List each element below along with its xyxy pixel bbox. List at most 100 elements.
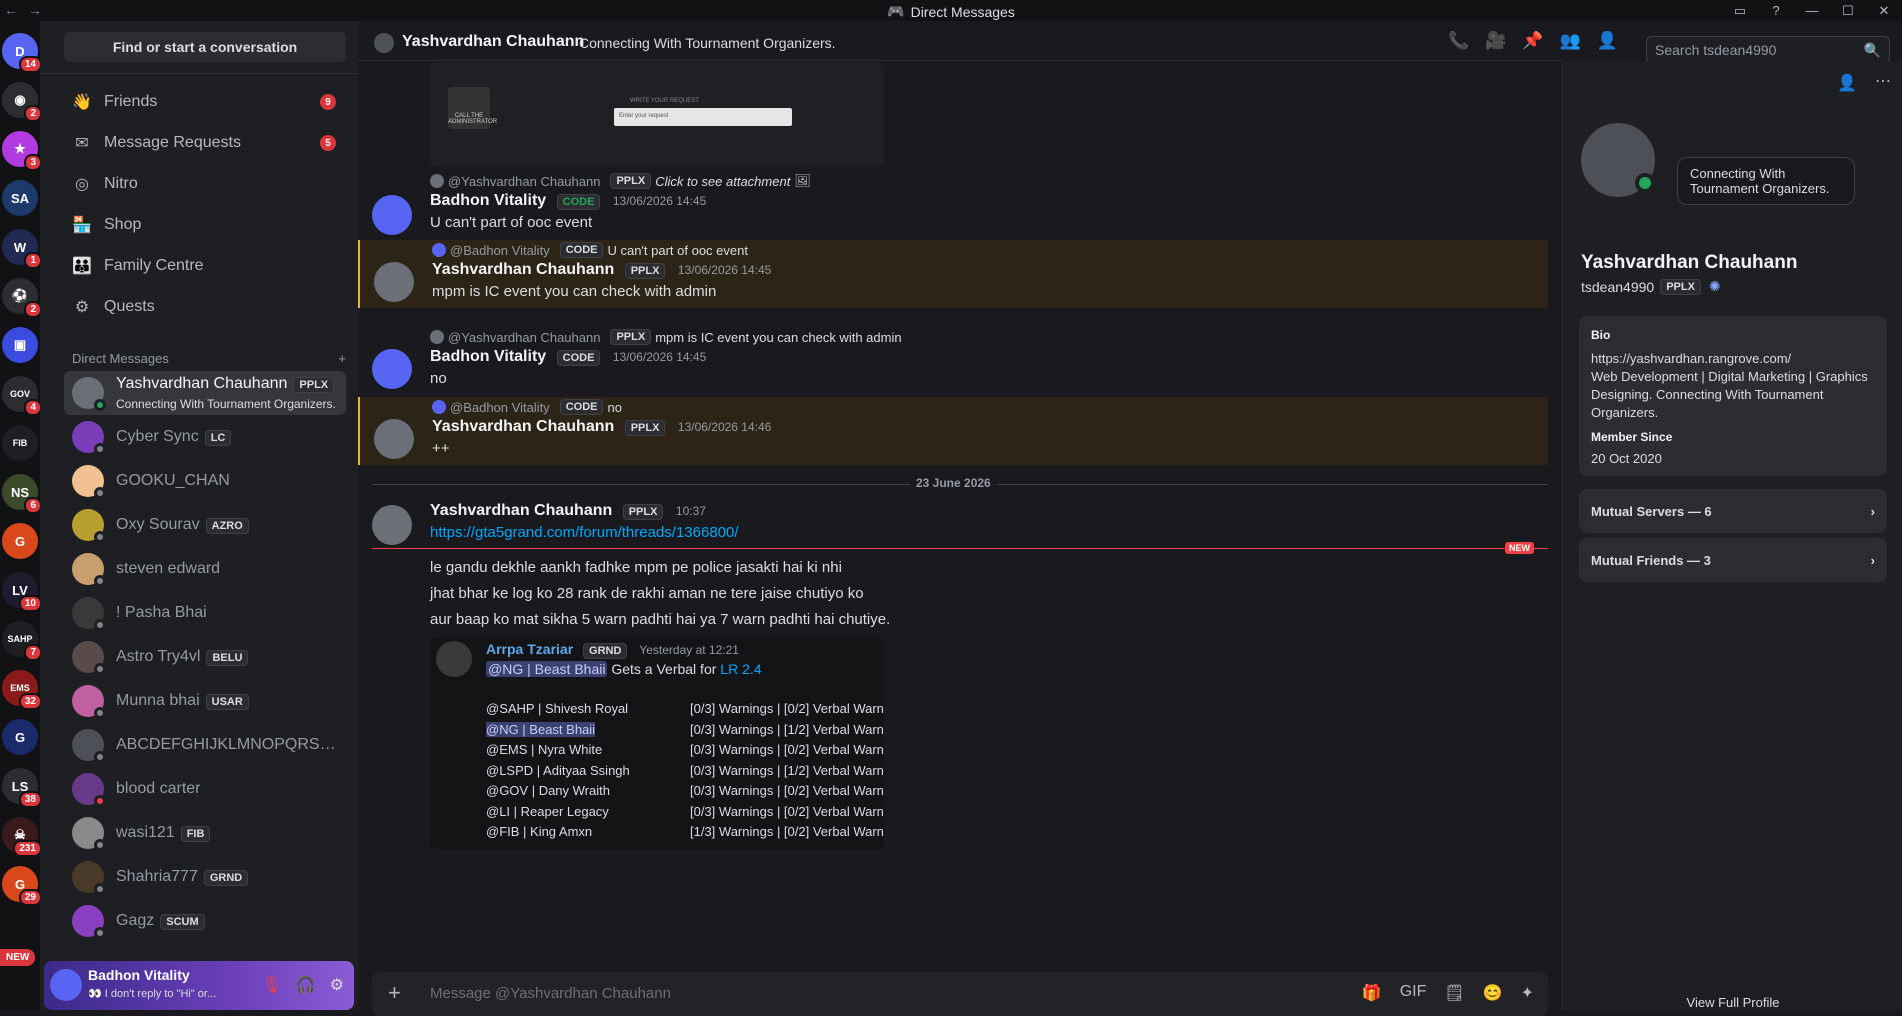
inbox-icon[interactable]: ▭ <box>1722 3 1758 19</box>
emoji-icon[interactable]: 😊 <box>1483 983 1503 1003</box>
maximize-icon[interactable]: ☐ <box>1830 3 1866 19</box>
add-attachment-icon[interactable]: + <box>388 980 401 1006</box>
server-icon[interactable]: G <box>2 719 38 755</box>
image-text: Ryu Lux <box>850 90 884 102</box>
new-unreads-badge[interactable]: NEW <box>0 949 36 966</box>
server-icon[interactable]: ★ 3 <box>2 131 40 171</box>
more-icon[interactable]: ⋯ <box>1875 71 1891 91</box>
dm-item[interactable]: steven edward <box>64 547 346 591</box>
deafen-icon[interactable]: 🎧 <box>296 975 316 995</box>
dm-item[interactable]: Cyber Sync LC <box>64 415 346 459</box>
add-friend-icon[interactable]: 👥 <box>1560 31 1581 51</box>
server-icon[interactable]: LV 10 <box>2 572 40 612</box>
nav-item-shop[interactable]: 🏪 Shop <box>64 206 346 244</box>
avatar[interactable] <box>50 969 82 1001</box>
nav-item-friends[interactable]: 👋 Friends 9 <box>64 83 346 121</box>
dm-name: Oxy Sourav AZRO <box>116 516 249 534</box>
create-dm-icon[interactable]: + <box>338 351 346 366</box>
server-icon[interactable]: SAHP 7 <box>2 621 40 661</box>
status-indicator <box>94 927 106 939</box>
call-icon[interactable]: 📞 <box>1448 31 1469 51</box>
dm-list: Yashvardhan Chauhann PPLX Connecting With … <box>64 371 346 943</box>
message-author[interactable]: Yashvardhan Chauhann PPLX 13/06/2026 14:… <box>432 418 771 436</box>
dm-item[interactable]: Gagz SCUM <box>64 899 346 943</box>
video-icon[interactable]: 🎥 <box>1485 31 1506 51</box>
server-icon[interactable]: G <box>2 523 38 559</box>
dm-item[interactable]: Munna bhai USAR <box>64 679 346 723</box>
dm-item[interactable]: blood carter <box>64 767 346 811</box>
reply-preview[interactable]: @Badhon Vitality CODE no <box>432 399 622 415</box>
avatar[interactable] <box>374 262 414 302</box>
sticker-icon[interactable]: 🗒 <box>1444 983 1464 1003</box>
gift-icon[interactable]: 🎁 <box>1362 983 1382 1003</box>
server-icon[interactable]: ☠ 231 <box>2 817 40 857</box>
add-friend-icon[interactable]: 👤 <box>1837 73 1857 93</box>
apps-icon[interactable]: ✦ <box>1521 983 1534 1003</box>
dm-item[interactable]: Shahria777 GRND <box>64 855 346 899</box>
settings-icon[interactable]: ⚙ <box>330 975 344 995</box>
view-full-profile-button[interactable]: View Full Profile <box>1563 995 1902 1010</box>
dm-header: Direct Messages + <box>72 351 346 366</box>
dm-item[interactable]: Astro Try4vl BELU <box>64 635 346 679</box>
dm-item[interactable]: Yashvardhan Chauhann PPLX Connecting With … <box>64 371 346 415</box>
mute-icon[interactable]: 🎙 <box>261 975 281 995</box>
back-forward-icon[interactable]: ←→ <box>4 2 52 18</box>
bio-label: Bio <box>1591 328 1611 342</box>
message-text: ++ <box>432 440 450 457</box>
user-name[interactable]: Badhon Vitality <box>88 967 190 983</box>
mutual-friends-button[interactable]: Mutual Friends — 3 › <box>1579 538 1887 582</box>
server-icon[interactable]: SA <box>2 180 38 216</box>
server-icon[interactable]: ▣ <box>2 327 38 363</box>
server-icon[interactable]: ⚽ 2 <box>2 278 40 318</box>
reply-preview[interactable]: @Yashvardhan Chauhann PPLX mpm is IC eve… <box>430 329 902 345</box>
reply-preview[interactable]: @Badhon Vitality CODE U can't part of oo… <box>432 242 748 258</box>
message-author[interactable]: Badhon Vitality CODE 13/06/2026 14:45 <box>430 192 706 210</box>
gif-icon[interactable]: GIF <box>1400 983 1427 1003</box>
search-input[interactable]: Search tsdean4990 🔍 <box>1646 36 1890 64</box>
dm-item[interactable]: wasi121 FIB <box>64 811 346 855</box>
tag-badge: CODE <box>559 242 604 258</box>
avatar[interactable] <box>372 505 412 545</box>
server-icon[interactable]: EMS 32 <box>2 670 40 710</box>
profile-username: tsdean4990 PPLX ✺ <box>1581 278 1721 295</box>
mutual-servers-button[interactable]: Mutual Servers — 6 › <box>1579 489 1887 533</box>
attachment-image[interactable]: Arrpa Tzariar GRND Yesterday at 12:21 @N… <box>430 637 884 849</box>
close-icon[interactable]: ✕ <box>1866 3 1902 19</box>
server-icon[interactable]: FIB <box>2 425 38 461</box>
message-link[interactable]: https://gta5grand.com/forum/threads/1366… <box>430 524 739 541</box>
avatar[interactable] <box>374 419 414 459</box>
pin-icon[interactable]: 📌 <box>1522 31 1543 51</box>
server-icon[interactable]: ◉ 2 <box>2 82 40 122</box>
unread-badge: 32 <box>18 693 40 710</box>
message-author[interactable]: Badhon Vitality CODE 13/06/2026 14:45 <box>430 348 706 366</box>
dm-item[interactable]: ABCDEFGHIJKLMNOPQRSTUV... <box>64 723 346 767</box>
avatar[interactable] <box>1575 117 1661 203</box>
help-icon[interactable]: ? <box>1758 3 1794 18</box>
server-icon[interactable]: NS 6 <box>2 474 40 514</box>
attachment-image[interactable]: CALL THE ADMINISTRATOR WRITE YOUR REQUES… <box>430 62 884 166</box>
recipient-name[interactable]: Yashvardhan Chauhann <box>402 33 584 51</box>
bio-link[interactable]: https://yashvardhan.rangrove.com/ <box>1591 350 1875 368</box>
nav-item-message-requests[interactable]: ✉ Message Requests 5 <box>64 124 346 162</box>
server-icon[interactable]: GOV 4 <box>2 376 40 416</box>
minimize-icon[interactable]: — <box>1794 3 1830 18</box>
nav-item-quests[interactable]: ⚙ Quests <box>64 288 346 326</box>
profile-toggle-icon[interactable]: 👤 <box>1597 31 1618 51</box>
find-conversation-button[interactable]: Find or start a conversation <box>64 32 346 62</box>
reply-preview[interactable]: @Yashvardhan Chauhann PPLX Click to see … <box>430 173 811 189</box>
server-icon[interactable]: LS 38 <box>2 768 40 808</box>
nav-item-family-centre[interactable]: 👪 Family Centre <box>64 247 346 285</box>
message-author[interactable]: Yashvardhan Chauhann PPLX 10:37 <box>430 502 706 520</box>
server-icon[interactable]: D 14 <box>2 33 40 73</box>
tag-badge: USAR <box>205 694 249 710</box>
server-icon[interactable]: G 29 <box>2 866 40 906</box>
dm-item[interactable]: Oxy Sourav AZRO <box>64 503 346 547</box>
message-author[interactable]: Yashvardhan Chauhann PPLX 13/06/2026 14:… <box>432 261 771 279</box>
server-icon[interactable]: W1 <box>2 229 40 269</box>
message-input[interactable]: Message @Yashvardhan Chauhann <box>430 985 671 1002</box>
avatar[interactable] <box>372 349 412 389</box>
dm-item[interactable]: ! Pasha Bhai <box>64 591 346 635</box>
avatar[interactable] <box>372 195 412 235</box>
nav-item-nitro[interactable]: ◎ Nitro <box>64 165 346 203</box>
dm-item[interactable]: GOOKU_CHAN <box>64 459 346 503</box>
